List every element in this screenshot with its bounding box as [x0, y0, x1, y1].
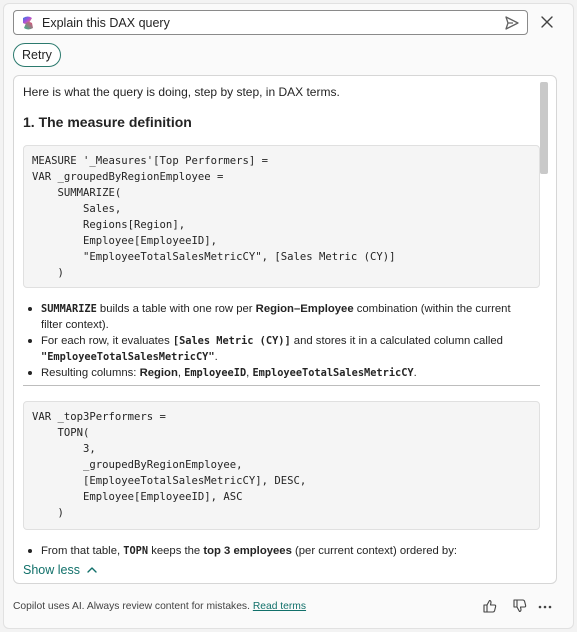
show-less-button[interactable]: Show less [23, 563, 98, 577]
disclaimer: Copilot uses AI. Always review content f… [13, 601, 306, 612]
bullet-bold: Region–Employee [255, 303, 354, 315]
section-divider [23, 385, 540, 386]
bullet-text: . [413, 367, 417, 379]
bullet-bold: top 3 employees [203, 545, 292, 557]
chevron-up-icon [87, 567, 97, 573]
bullet-item: Resulting columns: Region, EmployeeID, E… [23, 365, 533, 381]
inline-code: EmployeeID [184, 367, 247, 379]
code-block-topn[interactable]: VAR _top3Performers = TOPN( 3, _groupedB… [23, 401, 540, 530]
bullet-text: Resulting columns: [41, 367, 140, 379]
bullet-text: . [214, 351, 218, 363]
bullet-text: keeps the [148, 545, 204, 557]
thumbs-down-icon[interactable] [512, 598, 528, 614]
bullet-text: (per current context) ordered by: [291, 545, 457, 557]
bullet-bold: Region [139, 367, 178, 379]
inline-code: SUMMARIZE [41, 303, 97, 315]
bullet-item: SUMMARIZE builds a table with one row pe… [23, 301, 533, 333]
bullet-list: SUMMARIZE builds a table with one row pe… [23, 301, 533, 381]
read-terms-link[interactable]: Read terms [253, 601, 306, 612]
show-less-label: Show less [23, 563, 80, 577]
copilot-logo-icon [23, 16, 33, 30]
prompt-field[interactable]: Explain this DAX query [13, 10, 528, 35]
send-icon[interactable] [503, 14, 521, 32]
inline-code: [Sales Metric (CY)] [172, 335, 291, 347]
bullet-text: and stores it in a calculated column cal… [290, 335, 503, 347]
response-scroll-area[interactable]: Here is what the query is doing, step by… [14, 76, 542, 558]
code-block-measure[interactable]: MEASURE '_Measures'[Top Performers] = VA… [23, 145, 540, 288]
prompt-text[interactable]: Explain this DAX query [42, 16, 170, 30]
bullet-text: builds a table with one row per [96, 303, 256, 315]
bullet-text: For each row, it evaluates [41, 335, 173, 347]
response-card: Here is what the query is doing, step by… [13, 75, 557, 584]
inline-code: "EmployeeTotalSalesMetricCY" [41, 351, 215, 363]
bullet-text: From that table, [41, 545, 124, 557]
response-intro: Here is what the query is doing, step by… [23, 85, 340, 99]
inline-code: EmployeeTotalSalesMetricCY [252, 367, 414, 379]
retry-button[interactable]: Retry [13, 43, 61, 67]
thumbs-up-icon[interactable] [482, 598, 498, 614]
bullet-item: For each row, it evaluates [Sales Metric… [23, 333, 533, 365]
disclaimer-text: Copilot uses AI. Always review content f… [13, 601, 250, 612]
more-icon[interactable] [537, 598, 553, 614]
section-heading: 1. The measure definition [23, 114, 192, 130]
inline-code: TOPN [123, 545, 149, 557]
close-icon[interactable] [539, 14, 555, 30]
bullet-list: From that table, TOPN keeps the top 3 em… [23, 543, 533, 558]
bullet-item: From that table, TOPN keeps the top 3 em… [23, 543, 533, 558]
scrollbar-thumb[interactable] [540, 82, 548, 174]
